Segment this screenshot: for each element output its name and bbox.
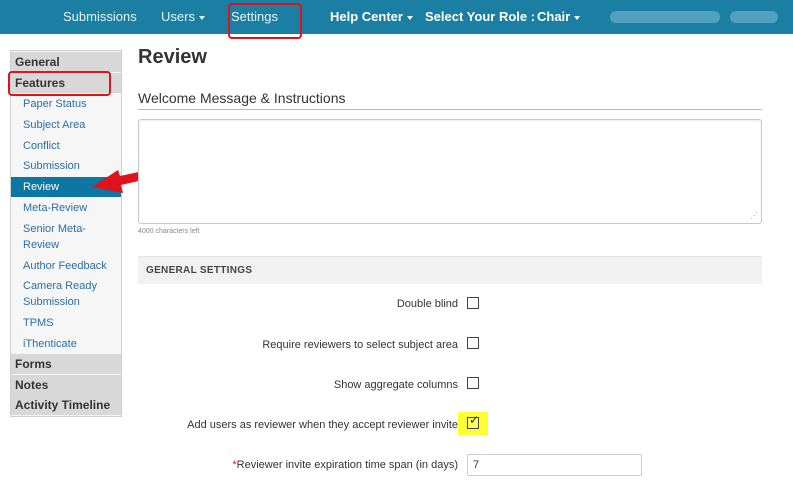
sidebar-group-general[interactable]: General (11, 52, 121, 72)
page-title: Review (138, 46, 207, 68)
general-settings-header: GENERAL SETTINGS (138, 256, 762, 284)
require-subject-area-checkbox[interactable] (467, 337, 479, 349)
double-blind-checkbox[interactable] (467, 297, 479, 309)
sidebar-item-camera-ready-submission[interactable]: Camera Ready Submission (11, 278, 109, 310)
add-users-as-reviewer-label: Add users as reviewer when they accept r… (187, 419, 458, 431)
settings-sidebar: General Features Paper Status Subject Ar… (10, 50, 122, 417)
settings-annotation-box (228, 3, 302, 39)
sidebar-item-paper-status[interactable]: Paper Status (11, 96, 121, 112)
show-aggregate-columns-label: Show aggregate columns (333, 379, 458, 391)
nav-users-label: Users (161, 9, 195, 24)
checkmark-icon: ✓ (469, 413, 480, 427)
redacted-user-info (610, 11, 720, 23)
double-blind-label: Double blind (396, 298, 458, 310)
role-dropdown-label: Chair (537, 9, 571, 24)
characters-left-counter: 4000 characters left (138, 228, 200, 235)
sidebar-item-senior-meta-review[interactable]: Senior Meta-Review (11, 221, 101, 253)
sidebar-item-author-feedback[interactable]: Author Feedback (11, 258, 121, 274)
sidebar-group-activity-timeline[interactable]: Activity Timeline (11, 395, 121, 415)
sidebar-item-meta-review[interactable]: Meta-Review (11, 200, 121, 216)
select-role-label: Select Your Role : (425, 9, 536, 24)
welcome-message-textarea[interactable]: ⋰ (138, 119, 762, 224)
resize-grip-icon[interactable]: ⋰ (750, 212, 758, 220)
sidebar-item-subject-area[interactable]: Subject Area (11, 117, 121, 133)
welcome-section-title: Welcome Message & Instructions (138, 90, 346, 106)
sidebar-group-notes[interactable]: Notes (11, 375, 121, 395)
role-dropdown[interactable]: Chair (537, 0, 581, 34)
expiration-label-text: Reviewer invite expiration time span (in… (236, 459, 458, 471)
redacted-user-menu[interactable] (730, 11, 778, 23)
nav-submissions[interactable]: Submissions (63, 0, 137, 34)
sidebar-item-ithenticate[interactable]: iThenticate (11, 336, 121, 352)
chevron-down-icon (198, 15, 205, 20)
expiration-days-input[interactable]: 7 (467, 454, 642, 476)
features-annotation-box (8, 71, 111, 96)
sidebar-group-forms[interactable]: Forms (11, 354, 121, 374)
expiration-label: *Reviewer invite expiration time span (i… (232, 459, 458, 471)
nav-users[interactable]: Users (161, 0, 205, 34)
show-aggregate-columns-checkbox[interactable] (467, 377, 479, 389)
chevron-down-icon (574, 15, 581, 20)
require-subject-area-label: Require reviewers to select subject area (262, 339, 458, 351)
top-nav-bar: Submissions Users Settings Help Center S… (0, 0, 793, 34)
add-users-as-reviewer-highlight: ✓ (458, 412, 488, 435)
sidebar-item-tpms[interactable]: TPMS (11, 315, 121, 331)
nav-help-center[interactable]: Help Center (330, 0, 413, 34)
chevron-down-icon (406, 15, 413, 20)
nav-help-center-label: Help Center (330, 9, 403, 24)
section-divider (138, 109, 762, 110)
